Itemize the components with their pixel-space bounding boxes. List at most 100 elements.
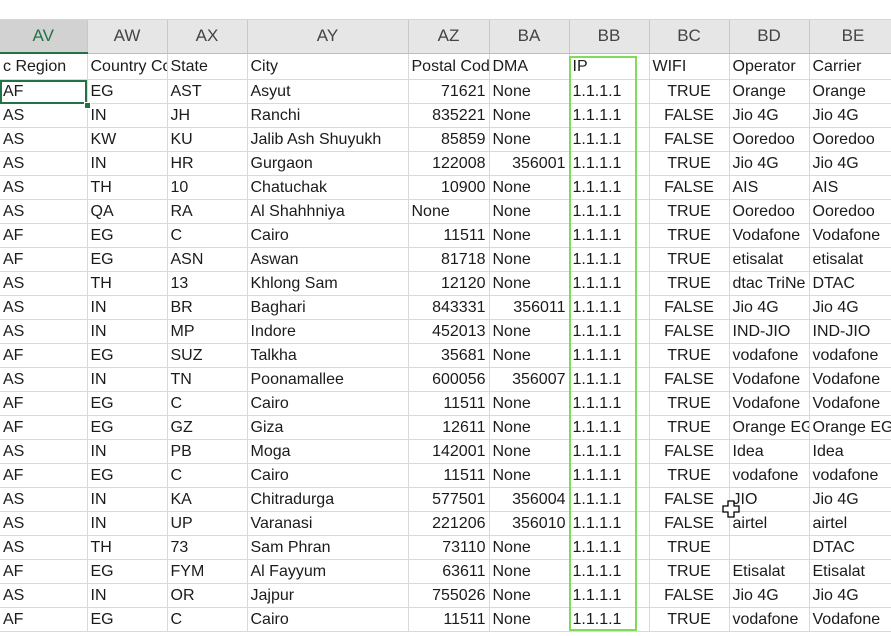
cell-city[interactable]: Cairo bbox=[247, 607, 409, 632]
cell-carrier[interactable]: Orange EG bbox=[809, 415, 891, 440]
cell-state[interactable]: ASN bbox=[167, 247, 248, 272]
cell-operator[interactable]: Orange bbox=[729, 79, 810, 104]
fill-handle[interactable] bbox=[84, 102, 91, 109]
cell-postal-code[interactable]: 142001 bbox=[408, 439, 490, 464]
cell-dma[interactable]: None bbox=[489, 199, 570, 224]
cell-dma[interactable]: None bbox=[489, 583, 570, 608]
cell-wifi[interactable]: TRUE bbox=[649, 151, 730, 176]
cell-wifi[interactable]: FALSE bbox=[649, 367, 730, 392]
cell-ip[interactable]: 1.1.1.1 bbox=[569, 607, 650, 632]
cell-dma[interactable]: None bbox=[489, 463, 570, 488]
cell-operator[interactable]: IND-JIO bbox=[729, 319, 810, 344]
cell-region[interactable]: AF bbox=[0, 391, 88, 416]
cell-state[interactable]: C bbox=[167, 463, 248, 488]
cell-ip[interactable]: 1.1.1.1 bbox=[569, 199, 650, 224]
cell-dma[interactable]: None bbox=[489, 175, 570, 200]
cell-postal-code[interactable]: 577501 bbox=[408, 487, 490, 512]
cell-wifi[interactable]: TRUE bbox=[649, 607, 730, 632]
cell-wifi[interactable]: TRUE bbox=[649, 79, 730, 104]
cell-region[interactable]: AF bbox=[0, 247, 88, 272]
cell-carrier[interactable]: etisalat bbox=[809, 247, 891, 272]
cell-carrier[interactable]: Vodafone bbox=[809, 607, 891, 632]
cell-ip[interactable]: 1.1.1.1 bbox=[569, 415, 650, 440]
cell-carrier[interactable]: Ooredoo bbox=[809, 127, 891, 152]
header-cell-operator[interactable]: Operator bbox=[729, 53, 810, 80]
cell-country-code[interactable]: EG bbox=[87, 559, 168, 584]
cell-wifi[interactable]: FALSE bbox=[649, 583, 730, 608]
cell-state[interactable]: GZ bbox=[167, 415, 248, 440]
cell-carrier[interactable]: Vodafone bbox=[809, 223, 891, 248]
cell-postal-code[interactable]: 221206 bbox=[408, 511, 490, 536]
cell-country-code[interactable]: EG bbox=[87, 343, 168, 368]
cell-dma[interactable]: None bbox=[489, 271, 570, 296]
cell-dma[interactable]: None bbox=[489, 607, 570, 632]
cell-postal-code[interactable]: 73110 bbox=[408, 535, 490, 560]
cell-postal-code[interactable]: 11511 bbox=[408, 391, 490, 416]
cell-country-code[interactable]: QA bbox=[87, 199, 168, 224]
cell-state[interactable]: 10 bbox=[167, 175, 248, 200]
cell-city[interactable]: Gurgaon bbox=[247, 151, 409, 176]
cell-postal-code[interactable]: 122008 bbox=[408, 151, 490, 176]
cell-city[interactable]: Khlong Sam bbox=[247, 271, 409, 296]
cell-ip[interactable]: 1.1.1.1 bbox=[569, 343, 650, 368]
column-header-be[interactable]: BE bbox=[809, 20, 891, 54]
cell-country-code[interactable]: EG bbox=[87, 415, 168, 440]
cell-region[interactable]: AS bbox=[0, 319, 88, 344]
cell-country-code[interactable]: IN bbox=[87, 511, 168, 536]
cell-country-code[interactable]: IN bbox=[87, 151, 168, 176]
cell-region[interactable]: AS bbox=[0, 487, 88, 512]
cell-region[interactable]: AS bbox=[0, 103, 88, 128]
cell-city[interactable]: Cairo bbox=[247, 463, 409, 488]
column-header-ax[interactable]: AX bbox=[167, 20, 248, 54]
cell-operator[interactable]: Jio 4G bbox=[729, 295, 810, 320]
cell-state[interactable]: SUZ bbox=[167, 343, 248, 368]
cell-wifi[interactable]: FALSE bbox=[649, 127, 730, 152]
cell-region[interactable]: AS bbox=[0, 535, 88, 560]
spreadsheet-grid[interactable]: AV AW AX AY AZ BA BB BC BD BE c Region Country Co St… bbox=[0, 20, 891, 636]
cell-city[interactable]: Giza bbox=[247, 415, 409, 440]
cell-operator[interactable]: Ooredoo bbox=[729, 199, 810, 224]
cell-postal-code[interactable]: 843331 bbox=[408, 295, 490, 320]
cell-carrier[interactable]: Etisalat bbox=[809, 559, 891, 584]
cell-city[interactable]: Cairo bbox=[247, 223, 409, 248]
cell-region[interactable]: AS bbox=[0, 583, 88, 608]
cell-postal-code[interactable]: 11511 bbox=[408, 463, 490, 488]
cell-city[interactable]: Talkha bbox=[247, 343, 409, 368]
cell-country-code[interactable]: IN bbox=[87, 367, 168, 392]
cell-dma[interactable]: None bbox=[489, 439, 570, 464]
cell-country-code[interactable]: EG bbox=[87, 391, 168, 416]
cell-dma[interactable]: 356007 bbox=[489, 367, 570, 392]
cell-region[interactable]: AF bbox=[0, 559, 88, 584]
cell-wifi[interactable]: TRUE bbox=[649, 463, 730, 488]
header-cell-carrier[interactable]: Carrier bbox=[809, 53, 891, 80]
cell-state[interactable]: UP bbox=[167, 511, 248, 536]
cell-ip[interactable]: 1.1.1.1 bbox=[569, 511, 650, 536]
header-cell-ip[interactable]: IP bbox=[569, 53, 650, 80]
cell-carrier[interactable]: Vodafone bbox=[809, 391, 891, 416]
cell-state[interactable]: KA bbox=[167, 487, 248, 512]
cell-ip[interactable]: 1.1.1.1 bbox=[569, 535, 650, 560]
cell-region[interactable]: AS bbox=[0, 271, 88, 296]
cell-operator[interactable]: etisalat bbox=[729, 247, 810, 272]
cell-region[interactable]: AF bbox=[0, 223, 88, 248]
cell-ip[interactable]: 1.1.1.1 bbox=[569, 127, 650, 152]
header-cell-city[interactable]: City bbox=[247, 53, 409, 80]
cell-wifi[interactable]: TRUE bbox=[649, 223, 730, 248]
cell-city[interactable]: Varanasi bbox=[247, 511, 409, 536]
cell-region[interactable]: AS bbox=[0, 439, 88, 464]
cell-operator[interactable]: Orange EG bbox=[729, 415, 810, 440]
cell-city[interactable]: Cairo bbox=[247, 391, 409, 416]
cell-region[interactable]: AF bbox=[0, 607, 88, 632]
cell-country-code[interactable]: TH bbox=[87, 535, 168, 560]
cell-ip[interactable]: 1.1.1.1 bbox=[569, 223, 650, 248]
cell-postal-code[interactable]: 85859 bbox=[408, 127, 490, 152]
cell-wifi[interactable]: FALSE bbox=[649, 439, 730, 464]
cell-operator[interactable]: Idea bbox=[729, 439, 810, 464]
cell-region[interactable]: AF bbox=[0, 343, 88, 368]
cell-state[interactable]: HR bbox=[167, 151, 248, 176]
cell-ip[interactable]: 1.1.1.1 bbox=[569, 103, 650, 128]
cell-dma[interactable]: 356011 bbox=[489, 295, 570, 320]
cell-ip[interactable]: 1.1.1.1 bbox=[569, 295, 650, 320]
cell-wifi[interactable]: TRUE bbox=[649, 199, 730, 224]
cell-country-code[interactable]: EG bbox=[87, 463, 168, 488]
